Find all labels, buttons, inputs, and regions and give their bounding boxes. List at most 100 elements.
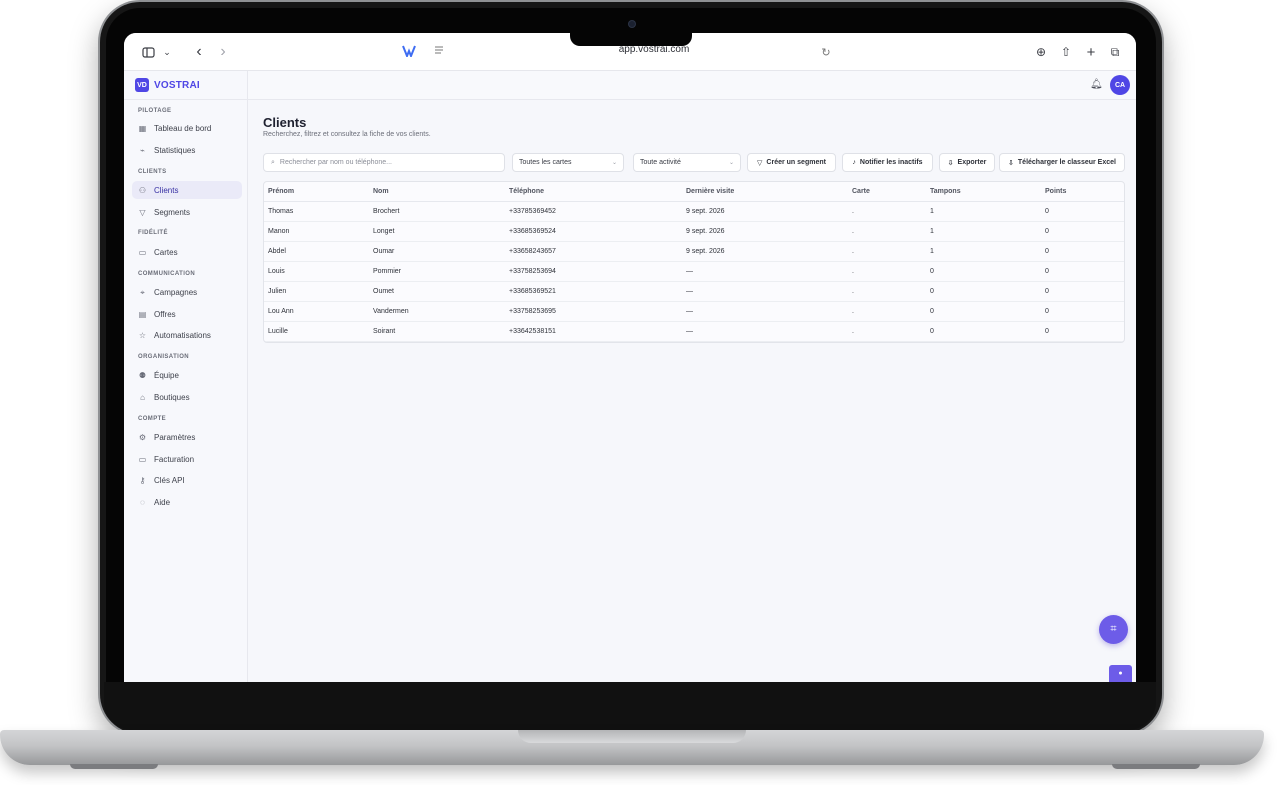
table-cell: —: [686, 328, 693, 335]
card-filter-value: Toutes les cartes: [519, 159, 572, 166]
brand[interactable]: VD VOSTRAI: [135, 77, 200, 93]
assistant-tab[interactable]: ●: [1109, 665, 1132, 682]
table-row[interactable]: Louis Pommier +33758253694 —. 0 0: [264, 262, 1124, 282]
section-clients: CLIENTS: [138, 169, 167, 175]
table-cell: 0: [1045, 288, 1049, 295]
table-row[interactable]: Lou Ann Vandermen +33758253695 —. 0 0: [264, 302, 1124, 322]
chevron-down-icon: ⌄: [728, 160, 734, 166]
sidebar-item-label: Segments: [154, 207, 191, 217]
table-cell: Oumar: [373, 248, 395, 255]
chart-icon: ⌁: [140, 145, 145, 155]
table-cell: —: [686, 268, 693, 275]
section-organisation: ORGANISATION: [138, 354, 190, 360]
table-cell: +33685369524: [509, 228, 556, 235]
table-row[interactable]: Lucille Soirant +33642538151 —. 0 0: [264, 322, 1124, 342]
table-cell: .: [852, 208, 854, 215]
assistant-icon: ●: [1118, 670, 1123, 677]
reader-icon[interactable]: [434, 45, 444, 57]
camera-notch: [570, 33, 692, 46]
sidebar-item-parametres[interactable]: ⚙ Paramètres: [132, 428, 242, 446]
table-row[interactable]: Julien Oumet +33685369521 —. 0 0: [264, 282, 1124, 302]
table-cell: 1: [930, 208, 934, 215]
column-header-prenom[interactable]: Prénom: [268, 188, 294, 195]
scan-icon: ⌗: [1110, 623, 1117, 635]
table-cell: Thomas: [268, 208, 294, 215]
table-cell: Julien: [268, 288, 287, 295]
sidebar-item-clients[interactable]: ⚇ Clients: [132, 181, 242, 199]
sidebar-item-offres[interactable]: ▤ Offres: [132, 305, 242, 323]
forward-icon[interactable]: ›: [217, 42, 229, 62]
notify-inactive-button[interactable]: ♪ Notifier les inactifs: [842, 153, 933, 172]
table-cell: +33785369452: [509, 208, 556, 215]
table-cell: .: [852, 268, 854, 275]
sidebar-item-label: Facturation: [154, 454, 195, 464]
table-cell: 9 sept. 2026: [686, 208, 725, 215]
sidebar-item-label: Cartes: [154, 247, 178, 257]
table-cell: 1: [930, 228, 934, 235]
sidebar-item-label: Équipe: [154, 370, 179, 380]
sidebar-item-cartes[interactable]: ▭ Cartes: [132, 243, 242, 261]
avatar[interactable]: CA: [1110, 75, 1130, 95]
sidebar-item-segments[interactable]: ▽ Segments: [132, 203, 242, 221]
camera-icon: [629, 21, 635, 27]
sidebar-item-tableau-de-bord[interactable]: ▦ Tableau de bord: [132, 119, 242, 137]
export-button[interactable]: ⇩ Exporter: [939, 153, 995, 172]
billing-icon: ▭: [138, 454, 147, 464]
scan-button[interactable]: ⌗: [1099, 615, 1128, 644]
new-tab-icon[interactable]: +: [1084, 42, 1098, 62]
table-cell: Oumet: [373, 288, 395, 295]
column-header-points[interactable]: Points: [1045, 188, 1066, 195]
download-icon[interactable]: ⊕: [1034, 42, 1048, 62]
sidebar-item-statistiques[interactable]: ⌁ Statistiques: [132, 141, 242, 159]
tabs-icon[interactable]: ⧉: [1108, 42, 1122, 62]
sidebar-icon[interactable]: [140, 42, 156, 62]
sidebar-item-label: Campagnes: [154, 287, 198, 297]
card-filter-select[interactable]: Toutes les cartes ⌄: [512, 153, 624, 172]
bell-icon[interactable]: 🔔︎: [1090, 79, 1103, 91]
table-cell: —: [686, 308, 693, 315]
sidebar-item-campagnes[interactable]: ⌖ Campagnes: [132, 283, 242, 301]
table-cell: Lucille: [268, 328, 288, 335]
dashboard-icon: ▦: [138, 123, 147, 133]
store-icon: ⌂: [140, 392, 145, 402]
chevron-down-icon[interactable]: ⌄: [162, 42, 172, 62]
page-title: Clients: [263, 115, 307, 130]
search-input[interactable]: ⌕ Rechercher par nom ou téléphone...: [263, 153, 505, 172]
sidebar-item-label: Clés API: [154, 475, 185, 485]
help-icon: ◌: [140, 497, 145, 507]
sidebar-item-automatisations[interactable]: ☆ Automatisations: [132, 326, 242, 344]
table-cell: .: [852, 328, 854, 335]
sidebar-item-label: Statistiques: [154, 145, 196, 155]
table-cell: .: [852, 228, 854, 235]
table-header: Prénom Nom Téléphone Dernière visite Car…: [264, 182, 1124, 202]
brand-name: VOSTRAI: [154, 79, 200, 91]
back-icon[interactable]: ‹: [193, 42, 205, 62]
create-segment-button[interactable]: ▽ Créer un segment: [747, 153, 836, 172]
column-header-derniere-visite[interactable]: Dernière visite: [686, 188, 734, 195]
download-icon: ⇩: [1008, 159, 1014, 167]
reload-icon[interactable]: ↻: [820, 42, 832, 62]
table-row[interactable]: Thomas Brochert +33785369452 9 sept. 2026. 1…: [264, 202, 1124, 222]
sidebar-item-facturation[interactable]: ▭ Facturation: [132, 450, 242, 468]
column-header-telephone[interactable]: Téléphone: [509, 188, 544, 195]
table-row[interactable]: Abdel Oumar +33658243657 9 sept. 2026. 1 0: [264, 242, 1124, 262]
sidebar-item-aide[interactable]: ◌ Aide: [132, 493, 242, 511]
sidebar-item-equipe[interactable]: ⚉ Équipe: [132, 366, 242, 384]
brand-divider: [124, 99, 248, 100]
column-header-tampons[interactable]: Tampons: [930, 188, 961, 195]
activity-filter-select[interactable]: Toute activité ⌄: [633, 153, 741, 172]
clients-table: Prénom Nom Téléphone Dernière visite Car…: [263, 181, 1125, 343]
sidebar-item-cles-api[interactable]: ⚷ Clés API: [132, 471, 242, 489]
download-excel-button[interactable]: ⇩ Télécharger le classeur Excel: [999, 153, 1125, 172]
table-row[interactable]: Manon Longet +33685369524 9 sept. 2026. 1 0: [264, 222, 1124, 242]
share-icon[interactable]: ⇧: [1059, 42, 1073, 62]
column-header-nom[interactable]: Nom: [373, 188, 389, 195]
sidebar-item-boutiques[interactable]: ⌂ Boutiques: [132, 388, 242, 406]
section-compte: COMPTE: [138, 416, 167, 422]
table-cell: +33658243657: [509, 248, 556, 255]
export-label: Exporter: [957, 159, 987, 166]
card-icon: ▭: [138, 247, 147, 257]
tag-icon: ▤: [138, 309, 147, 319]
column-header-carte[interactable]: Carte: [852, 188, 870, 195]
sidebar-item-label: Paramètres: [154, 432, 196, 442]
